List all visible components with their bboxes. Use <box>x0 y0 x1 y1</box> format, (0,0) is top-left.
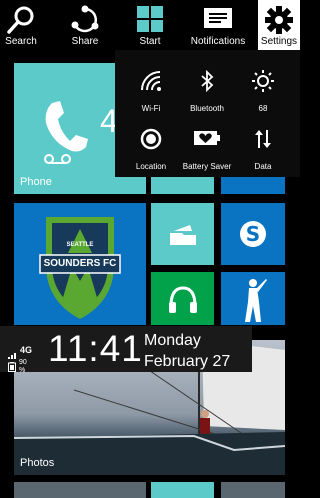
tile-bottom-mid[interactable] <box>151 482 214 498</box>
share-charm[interactable]: Share <box>62 0 108 50</box>
clock-day: Monday <box>144 332 201 349</box>
tile-skype[interactable]: S <box>221 203 285 265</box>
clock-time: 11:41 <box>48 328 143 369</box>
tile-music[interactable] <box>151 272 214 325</box>
quick-setting-data[interactable]: Data <box>237 128 289 172</box>
notifications-charm[interactable]: Notifications <box>185 0 251 50</box>
windows-icon <box>137 6 163 32</box>
search-charm-label: Search <box>5 36 37 47</box>
settings-charm[interactable]: Settings <box>258 0 300 50</box>
battery-saver-icon <box>194 131 220 145</box>
brightness-icon <box>252 70 274 92</box>
data-label: Data <box>254 162 272 171</box>
start-charm[interactable]: Start <box>130 0 170 50</box>
photos-tile-label: Photos <box>20 457 55 469</box>
quick-setting-bluetooth[interactable]: Bluetooth <box>181 70 233 114</box>
network-type: 4G <box>20 345 33 355</box>
start-charm-label: Start <box>139 36 161 47</box>
headphones-icon <box>169 286 197 313</box>
tile-golf[interactable] <box>221 272 285 325</box>
folder-icon <box>170 225 196 245</box>
location-icon <box>140 128 162 150</box>
golfer-icon <box>245 279 267 322</box>
skype-icon: S <box>240 221 266 247</box>
bluetooth-icon <box>201 70 214 92</box>
data-arrows-icon <box>255 130 271 148</box>
search-icon <box>7 6 34 34</box>
wifi-icon <box>141 71 161 91</box>
tile-folder[interactable] <box>151 203 214 265</box>
battery-saver-label: Battery Saver <box>182 162 232 171</box>
quick-settings-panel: Wi-Fi Bluetooth 68 Location Battery Save… <box>115 50 300 177</box>
quick-setting-battery-saver[interactable]: Battery Saver <box>181 128 233 172</box>
notifications-icon <box>204 8 232 28</box>
quick-setting-brightness[interactable]: 68 <box>237 70 289 114</box>
svg-text:S: S <box>246 222 260 246</box>
phone-icon <box>44 101 88 164</box>
wifi-label: Wi-Fi <box>141 104 161 113</box>
quick-setting-wifi[interactable]: Wi-Fi <box>125 70 177 114</box>
tile-bottom-right[interactable] <box>221 482 285 498</box>
share-charm-label: Share <box>71 36 99 47</box>
settings-charm-label: Settings <box>260 36 298 47</box>
tile-bottom-left[interactable] <box>14 482 146 498</box>
clock-date: February 27 <box>144 353 231 370</box>
location-label: Location <box>135 162 167 171</box>
tile-sounders[interactable]: SEATTLE SOUNDERS FC <box>14 203 146 325</box>
brightness-value: 68 <box>258 104 268 113</box>
battery-icon <box>8 359 16 377</box>
bluetooth-label: Bluetooth <box>190 104 224 113</box>
notifications-charm-label: Notifications <box>190 36 246 47</box>
sounders-logo-text-top: SEATTLE <box>66 242 94 248</box>
lock-status-banner: 4G 90 % 11:41 Monday February 27 <box>0 326 252 374</box>
search-charm[interactable]: Search <box>0 0 42 50</box>
gear-icon <box>265 6 293 34</box>
charm-bar: Search Share Start Notifications Setting… <box>0 0 300 50</box>
sounders-logo-text: SOUNDERS FC <box>43 258 117 269</box>
phone-tile-label: Phone <box>20 176 52 188</box>
battery-percent: 90 % <box>19 359 27 374</box>
share-icon <box>71 5 99 33</box>
quick-setting-location[interactable]: Location <box>125 128 177 172</box>
